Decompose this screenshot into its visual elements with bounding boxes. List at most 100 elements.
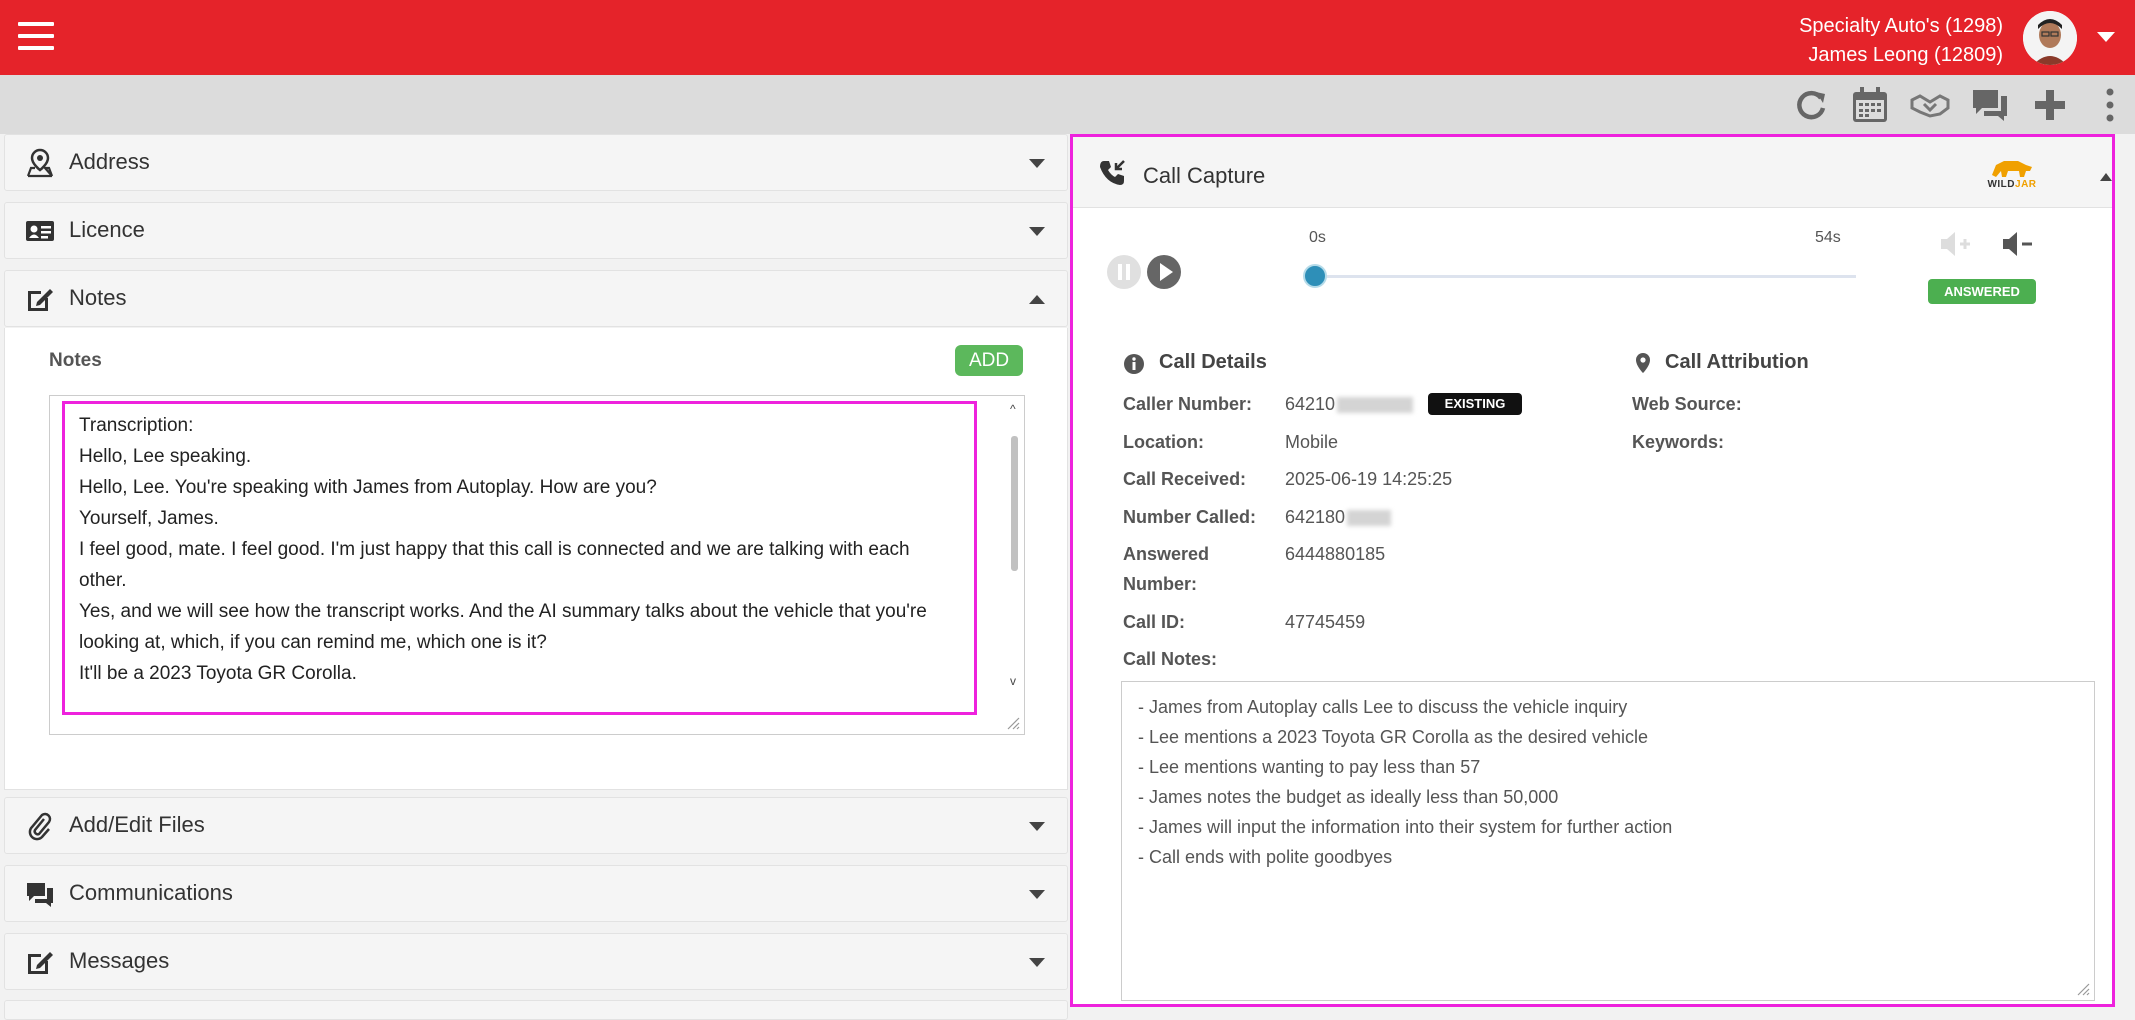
- action-toolbar: [0, 75, 2135, 134]
- scrollbar-thumb[interactable]: [1011, 436, 1018, 571]
- call-note-line: - James from Autoplay calls Lee to discu…: [1138, 697, 1628, 717]
- section-title: Add/Edit Files: [69, 812, 205, 837]
- logo-text-wild: WILD: [1987, 179, 2016, 190]
- number-called-label: Number Called:: [1123, 507, 1257, 527]
- edit-note-icon: [25, 284, 55, 314]
- answered-label-line1: Answered: [1123, 544, 1210, 564]
- location-value: Mobile: [1285, 432, 1339, 452]
- chevron-up-icon[interactable]: [2100, 173, 2112, 181]
- call-note-line: - James notes the budget as ideally less…: [1138, 787, 1559, 807]
- section-title: Licence: [69, 217, 145, 242]
- chat-bubbles-icon: [25, 879, 55, 909]
- calendar-icon[interactable]: [1850, 86, 1890, 124]
- scroll-down-icon[interactable]: v: [1010, 674, 1016, 688]
- plus-icon[interactable]: [2030, 86, 2070, 124]
- call-notes-textarea[interactable]: - James from Autoplay calls Lee to discu…: [1121, 681, 2095, 1001]
- redacted-digits: [1347, 510, 1392, 527]
- section-licence[interactable]: Licence: [4, 202, 1068, 259]
- call-attribution-title: Call Attribution: [1665, 351, 1809, 373]
- section-title: Messages: [69, 948, 170, 973]
- location-label: Location:: [1123, 432, 1204, 452]
- transcript-line: Hello, Lee speaking.: [79, 446, 252, 467]
- left-panel: Address Licence Notes Notes ADD Transcri…: [4, 134, 1068, 1020]
- number-called-value: 642180: [1285, 502, 1392, 532]
- call-note-line: - Call ends with polite goodbyes: [1138, 847, 1393, 867]
- call-notes-label: Call Notes:: [1123, 649, 1218, 669]
- call-note-line: - James will input the information into …: [1138, 817, 1673, 837]
- transcript-line: I feel good, mate. I feel good. I'm just…: [79, 539, 910, 591]
- wildjar-logo: WILDJAR: [1984, 155, 2040, 193]
- existing-badge: EXISTING: [1428, 393, 1522, 415]
- volume-down-icon[interactable]: [2001, 229, 2037, 259]
- handshake-icon[interactable]: [1910, 86, 1950, 124]
- answered-number-value: 6444880185: [1285, 544, 1386, 564]
- seek-knob[interactable]: [1303, 264, 1327, 288]
- chevron-down-icon: [1029, 159, 1045, 168]
- call-received-label: Call Received:: [1123, 469, 1247, 489]
- keywords-label: Keywords:: [1632, 432, 1725, 452]
- section-notes[interactable]: Notes: [4, 270, 1068, 327]
- user-name: James Leong (12809): [1808, 44, 2003, 66]
- transcript-line: Hello, Lee. You're speaking with James f…: [79, 477, 657, 498]
- answered-label-line2: Number:: [1123, 574, 1198, 594]
- call-note-line: - Lee mentions wanting to pay less than …: [1138, 757, 1481, 777]
- info-icon: [1124, 354, 1144, 374]
- call-capture-header[interactable]: Call Capture WILDJAR: [1073, 137, 2112, 208]
- number-called-text: 642180: [1285, 507, 1346, 527]
- account-info[interactable]: Specialty Auto's (1298) James Leong (128…: [1799, 12, 2003, 70]
- resize-grip-icon[interactable]: [1006, 716, 1020, 730]
- logo-text-jar: JAR: [2015, 179, 2037, 190]
- transcript-line: Yourself, James.: [79, 508, 219, 529]
- status-badge: ANSWERED: [1928, 279, 2036, 304]
- notes-panel: Notes ADD Transcription: Hello, Lee speak…: [4, 328, 1068, 790]
- map-marker-icon: [1636, 353, 1650, 373]
- caller-number-label: Caller Number:: [1123, 394, 1253, 414]
- notes-scrollbar[interactable]: ^ v: [1008, 398, 1020, 732]
- chat-icon[interactable]: [1970, 86, 2010, 124]
- caller-number-value: 64210: [1285, 389, 1414, 419]
- add-note-button[interactable]: ADD: [955, 345, 1023, 376]
- map-pin-icon: [25, 148, 55, 178]
- id-card-icon: [25, 216, 55, 246]
- redacted-digits: [1337, 397, 1414, 414]
- section-messages[interactable]: Messages: [4, 933, 1068, 990]
- section-address[interactable]: Address: [4, 134, 1068, 191]
- paperclip-icon: [25, 811, 55, 841]
- end-time: 54s: [1815, 229, 1841, 246]
- caller-number-text: 64210: [1285, 394, 1336, 414]
- section-communications[interactable]: Communications: [4, 865, 1068, 922]
- call-details-title: Call Details: [1159, 351, 1267, 373]
- seek-track[interactable]: [1316, 275, 1856, 278]
- chevron-up-icon: [1029, 295, 1045, 304]
- hamburger-menu-icon[interactable]: [18, 22, 54, 52]
- section-title: Address: [69, 149, 150, 174]
- account-dropdown-icon[interactable]: [2097, 32, 2115, 42]
- web-source-label: Web Source:: [1632, 394, 1742, 414]
- avatar[interactable]: [2023, 11, 2077, 65]
- refresh-icon[interactable]: [1790, 86, 1830, 124]
- call-received-value: 2025-06-19 14:25:25: [1285, 469, 1453, 489]
- section-files[interactable]: Add/Edit Files: [4, 797, 1068, 854]
- call-id-value: 47745459: [1285, 612, 1366, 632]
- user-photo-icon: [2023, 11, 2077, 65]
- more-vertical-icon[interactable]: [2090, 86, 2130, 124]
- play-button[interactable]: [1146, 254, 1182, 290]
- phone-incoming-icon: [1098, 159, 1126, 187]
- dealership-name: Specialty Auto's (1298): [1799, 15, 2003, 37]
- volume-up-icon[interactable]: [1939, 229, 1975, 259]
- transcript-line: Yes, and we will see how the transcript …: [79, 601, 927, 653]
- resize-grip-icon[interactable]: [2076, 982, 2090, 996]
- call-id-label: Call ID:: [1123, 612, 1186, 632]
- transcript-line: Transcription:: [79, 415, 194, 436]
- chevron-down-icon: [1029, 890, 1045, 899]
- pause-button[interactable]: [1106, 254, 1142, 290]
- scroll-up-icon[interactable]: ^: [1010, 402, 1016, 416]
- notes-textarea[interactable]: Transcription: Hello, Lee speaking. Hello,…: [49, 395, 1025, 735]
- section-title: Notes: [69, 285, 127, 310]
- transcript-text: Transcription: Hello, Lee speaking. Hello,…: [62, 401, 977, 715]
- chevron-down-icon: [1029, 227, 1045, 236]
- call-note-line: - Lee mentions a 2023 Toyota GR Corolla …: [1138, 727, 1648, 747]
- bear-icon: [1992, 161, 2032, 177]
- transcript-line: It'll be a 2023 Toyota GR Corolla.: [79, 663, 357, 684]
- answered-number-label: Answered Number:: [1123, 539, 1209, 599]
